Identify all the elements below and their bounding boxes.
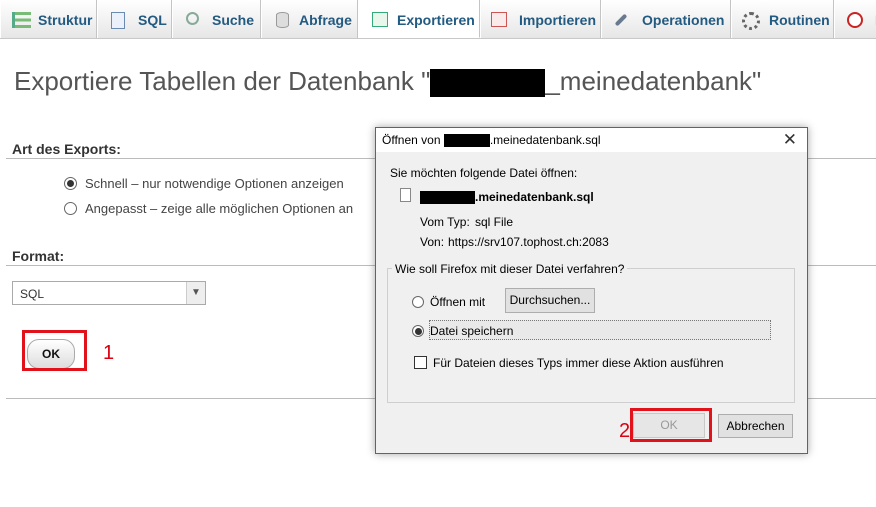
radio-open-with[interactable] [412,296,424,308]
tab-label: Operationen [642,12,725,28]
dialog-titlebar: Öffnen von .meinedatenbank.sql ✕ [376,128,807,152]
radio-quick[interactable] [64,177,77,190]
radio-save-file[interactable] [412,325,424,337]
divider [808,398,876,399]
tab-abfrage[interactable]: Abfrage [261,0,358,38]
tab-struktur[interactable]: Struktur [0,0,97,38]
dialog-title: Öffnen von .meinedatenbank.sql [382,133,601,148]
chevron-down-icon[interactable]: ▼ [186,282,205,304]
browse-button[interactable]: Durchsuchen... [505,288,595,313]
search-icon [186,12,199,25]
annotation-number-2: 2 [619,420,631,442]
export-icon [372,12,388,27]
tab-exportieren[interactable]: Exportieren [358,0,480,38]
highlight-box-1 [22,330,87,371]
query-icon [276,12,289,28]
export-quick-label: Schnell – nur notwendige Optionen anzeig… [85,176,344,191]
divider [6,265,376,266]
sql-icon [111,12,125,29]
page-title: Exportiere Tabellen der Datenbank " _mein… [14,66,762,98]
gear-icon [742,12,760,30]
tab-label: Importieren [519,12,597,28]
annotation-number-1: 1 [103,342,115,364]
format-select-value: SQL [20,287,45,301]
file-name: .meinedatenbank.sql [420,190,594,205]
format-heading: Format: [12,248,65,264]
structure-icon [12,12,31,28]
divider [6,158,376,159]
tab-label: Exportieren [397,12,475,28]
format-select[interactable]: SQL ▼ [12,281,206,305]
tab-operationen[interactable]: Operationen [601,0,731,38]
highlight-box-2 [630,408,712,442]
export-custom-option[interactable]: Angepasst – zeige alle möglichen Optione… [64,201,353,216]
dialog-title-prefix: Öffnen von [382,133,444,147]
redaction-bar [430,69,546,98]
always-checkbox[interactable] [414,356,427,369]
divider [808,158,876,159]
tab-bar: Struktur SQL Suche Abfrage Exportieren I… [0,0,876,39]
radio-custom[interactable] [64,202,77,215]
wrench-icon [614,13,628,27]
clock-icon [847,12,863,28]
title-prefix: Exportiere Tabellen der Datenbank " [14,66,431,96]
tab-label: SQL [138,12,167,28]
dialog-title-suffix: .meinedatenbank.sql [489,133,601,147]
close-icon[interactable]: ✕ [783,130,797,150]
redaction-bar [420,191,475,205]
tab-label: Struktur [38,12,93,28]
save-file-option[interactable]: Datei speichern [412,324,513,338]
file-type-label: Vom Typ: [420,215,470,229]
file-source-label: Von: [420,235,445,249]
tab-routinen[interactable]: Routinen [731,0,834,38]
save-file-label: Datei speichern [430,324,514,338]
tab-label: Suche [212,12,255,28]
open-with-label: Öffnen mit [430,295,486,309]
file-name-suffix: .meinedatenbank.sql [475,190,594,204]
import-icon [491,12,507,27]
tab-importieren[interactable]: Importieren [480,0,601,38]
export-type-heading: Art des Exports: [12,141,121,157]
always-label: Für Dateien dieses Typs immer diese Akti… [433,356,724,370]
divider [6,398,376,399]
action-question: Wie soll Firefox mit dieser Datei verfah… [392,262,628,276]
cancel-button[interactable]: Abbrechen [718,414,793,438]
tab-label: Routinen [769,12,830,28]
tab-ereignisse[interactable]: E [834,0,876,38]
file-type-value: sql File [475,215,514,229]
title-suffix: _meinedatenbank" [545,66,762,96]
divider [808,265,876,266]
file-icon [400,188,411,202]
open-file-dialog: Öffnen von .meinedatenbank.sql ✕ Sie möc… [375,127,808,454]
open-with-option[interactable]: Öffnen mit [412,295,485,309]
tab-label: Abfrage [299,12,352,28]
tab-sql[interactable]: SQL [97,0,172,38]
export-custom-label: Angepasst – zeige alle möglichen Optione… [85,201,354,216]
file-source-value: https://srv107.tophost.ch:2083 [448,235,609,249]
export-quick-option[interactable]: Schnell – nur notwendige Optionen anzeig… [64,176,344,191]
dialog-prompt: Sie möchten folgende Datei öffnen: [390,166,578,180]
tab-suche[interactable]: Suche [172,0,261,38]
redaction-bar [443,134,490,148]
